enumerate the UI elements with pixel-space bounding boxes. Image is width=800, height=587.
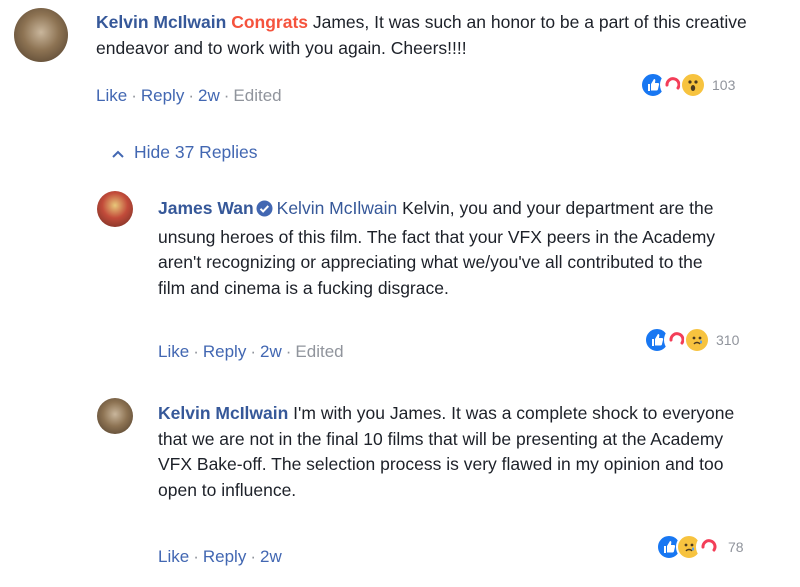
sad-icon (684, 327, 710, 353)
reaction-count: 310 (716, 332, 740, 348)
comment-author[interactable]: Kelvin McIlwain (96, 12, 226, 32)
reply-author[interactable]: Kelvin McIlwain (158, 403, 288, 423)
separator: · (193, 342, 199, 361)
timestamp-link[interactable]: 2w (260, 547, 282, 566)
like-link[interactable]: Like (158, 547, 189, 566)
edited-label[interactable]: Edited (295, 342, 343, 361)
avatar-kelvin-mcilwain[interactable] (97, 398, 133, 434)
reactions-summary[interactable]: 310 (644, 327, 739, 353)
reactions-summary[interactable]: 78 (656, 534, 744, 560)
hide-replies-button[interactable]: Hide 37 Replies (112, 142, 258, 163)
reply-link[interactable]: Reply (203, 547, 246, 566)
reactions-summary[interactable]: 103 (640, 72, 735, 98)
avatar-james-wan[interactable] (97, 191, 133, 227)
reply-actions: Like · Reply · 2w (158, 547, 282, 567)
separator: · (193, 547, 199, 566)
comment-body: Kelvin McIlwain Congrats James, It was s… (96, 10, 776, 61)
timestamp-link[interactable]: 2w (198, 86, 220, 105)
avatar-kelvin-mcilwain[interactable] (14, 8, 68, 62)
reply-actions: Like · Reply · 2w · Edited (158, 342, 344, 362)
like-link[interactable]: Like (96, 86, 127, 105)
separator: · (223, 86, 230, 105)
separator: · (285, 342, 292, 361)
chevron-up-icon (112, 142, 124, 163)
timestamp-link[interactable]: 2w (260, 342, 282, 361)
reply-body: Kelvin McIlwain I'm with you James. It w… (158, 401, 758, 503)
wow-icon (680, 72, 706, 98)
separator: · (131, 86, 137, 105)
love-icon (696, 534, 722, 560)
separator: · (188, 86, 194, 105)
separator: · (250, 547, 256, 566)
reaction-count: 103 (712, 77, 736, 93)
like-link[interactable]: Like (158, 342, 189, 361)
verified-badge-icon (256, 199, 273, 225)
mention-link[interactable]: Kelvin McIlwain (277, 198, 398, 218)
comment-actions: Like · Reply · 2w · Edited (96, 86, 282, 106)
reply-link[interactable]: Reply (203, 342, 246, 361)
reply-link[interactable]: Reply (141, 86, 184, 105)
comment-highlight-word: Congrats (231, 12, 308, 32)
reaction-count: 78 (728, 539, 744, 555)
reply-body: James Wan Kelvin McIlwain Kelvin, you and… (158, 196, 728, 301)
reply-author[interactable]: James Wan (158, 198, 254, 218)
separator: · (250, 342, 256, 361)
edited-label[interactable]: Edited (233, 86, 281, 105)
hide-replies-label: Hide 37 Replies (134, 142, 258, 162)
